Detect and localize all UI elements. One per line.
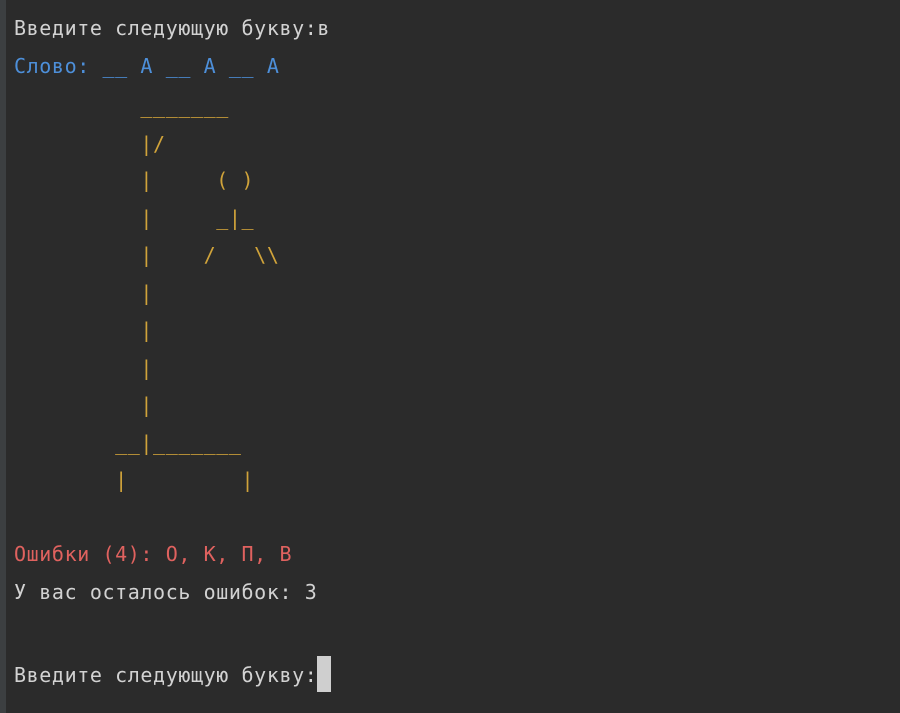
gallows-line-7: | xyxy=(14,318,154,342)
gallows-line-6: | xyxy=(14,281,154,305)
gallows-line-10: __|_______ xyxy=(14,431,242,455)
word-line: Слово: __ А __ А __ А xyxy=(14,54,280,78)
gallows-line-2: |/ xyxy=(14,132,166,156)
gallows-line-5: | / \\ xyxy=(14,243,280,267)
text-cursor xyxy=(317,656,332,692)
input-prompt: Введите следующую букву: xyxy=(14,663,318,687)
gallows-line-3: | ( ) xyxy=(14,168,255,192)
gallows-line-11: | | xyxy=(14,468,255,492)
gallows-line-8: | xyxy=(14,356,154,380)
prompt-line: Введите следующую букву:в xyxy=(14,16,331,40)
gallows-line-9: | xyxy=(14,393,154,417)
remaining-errors-line: У вас осталось ошибок: 3 xyxy=(14,580,318,604)
terminal-output[interactable]: Введите следующую букву:в Слово: __ А __… xyxy=(0,0,900,713)
input-line[interactable]: Введите следующую букву: xyxy=(14,656,332,692)
gallows-line-4: | _|_ xyxy=(14,206,255,230)
gallows-line-1: _______ xyxy=(14,94,229,118)
errors-line: Ошибки (4): О, К, П, В xyxy=(14,542,293,566)
